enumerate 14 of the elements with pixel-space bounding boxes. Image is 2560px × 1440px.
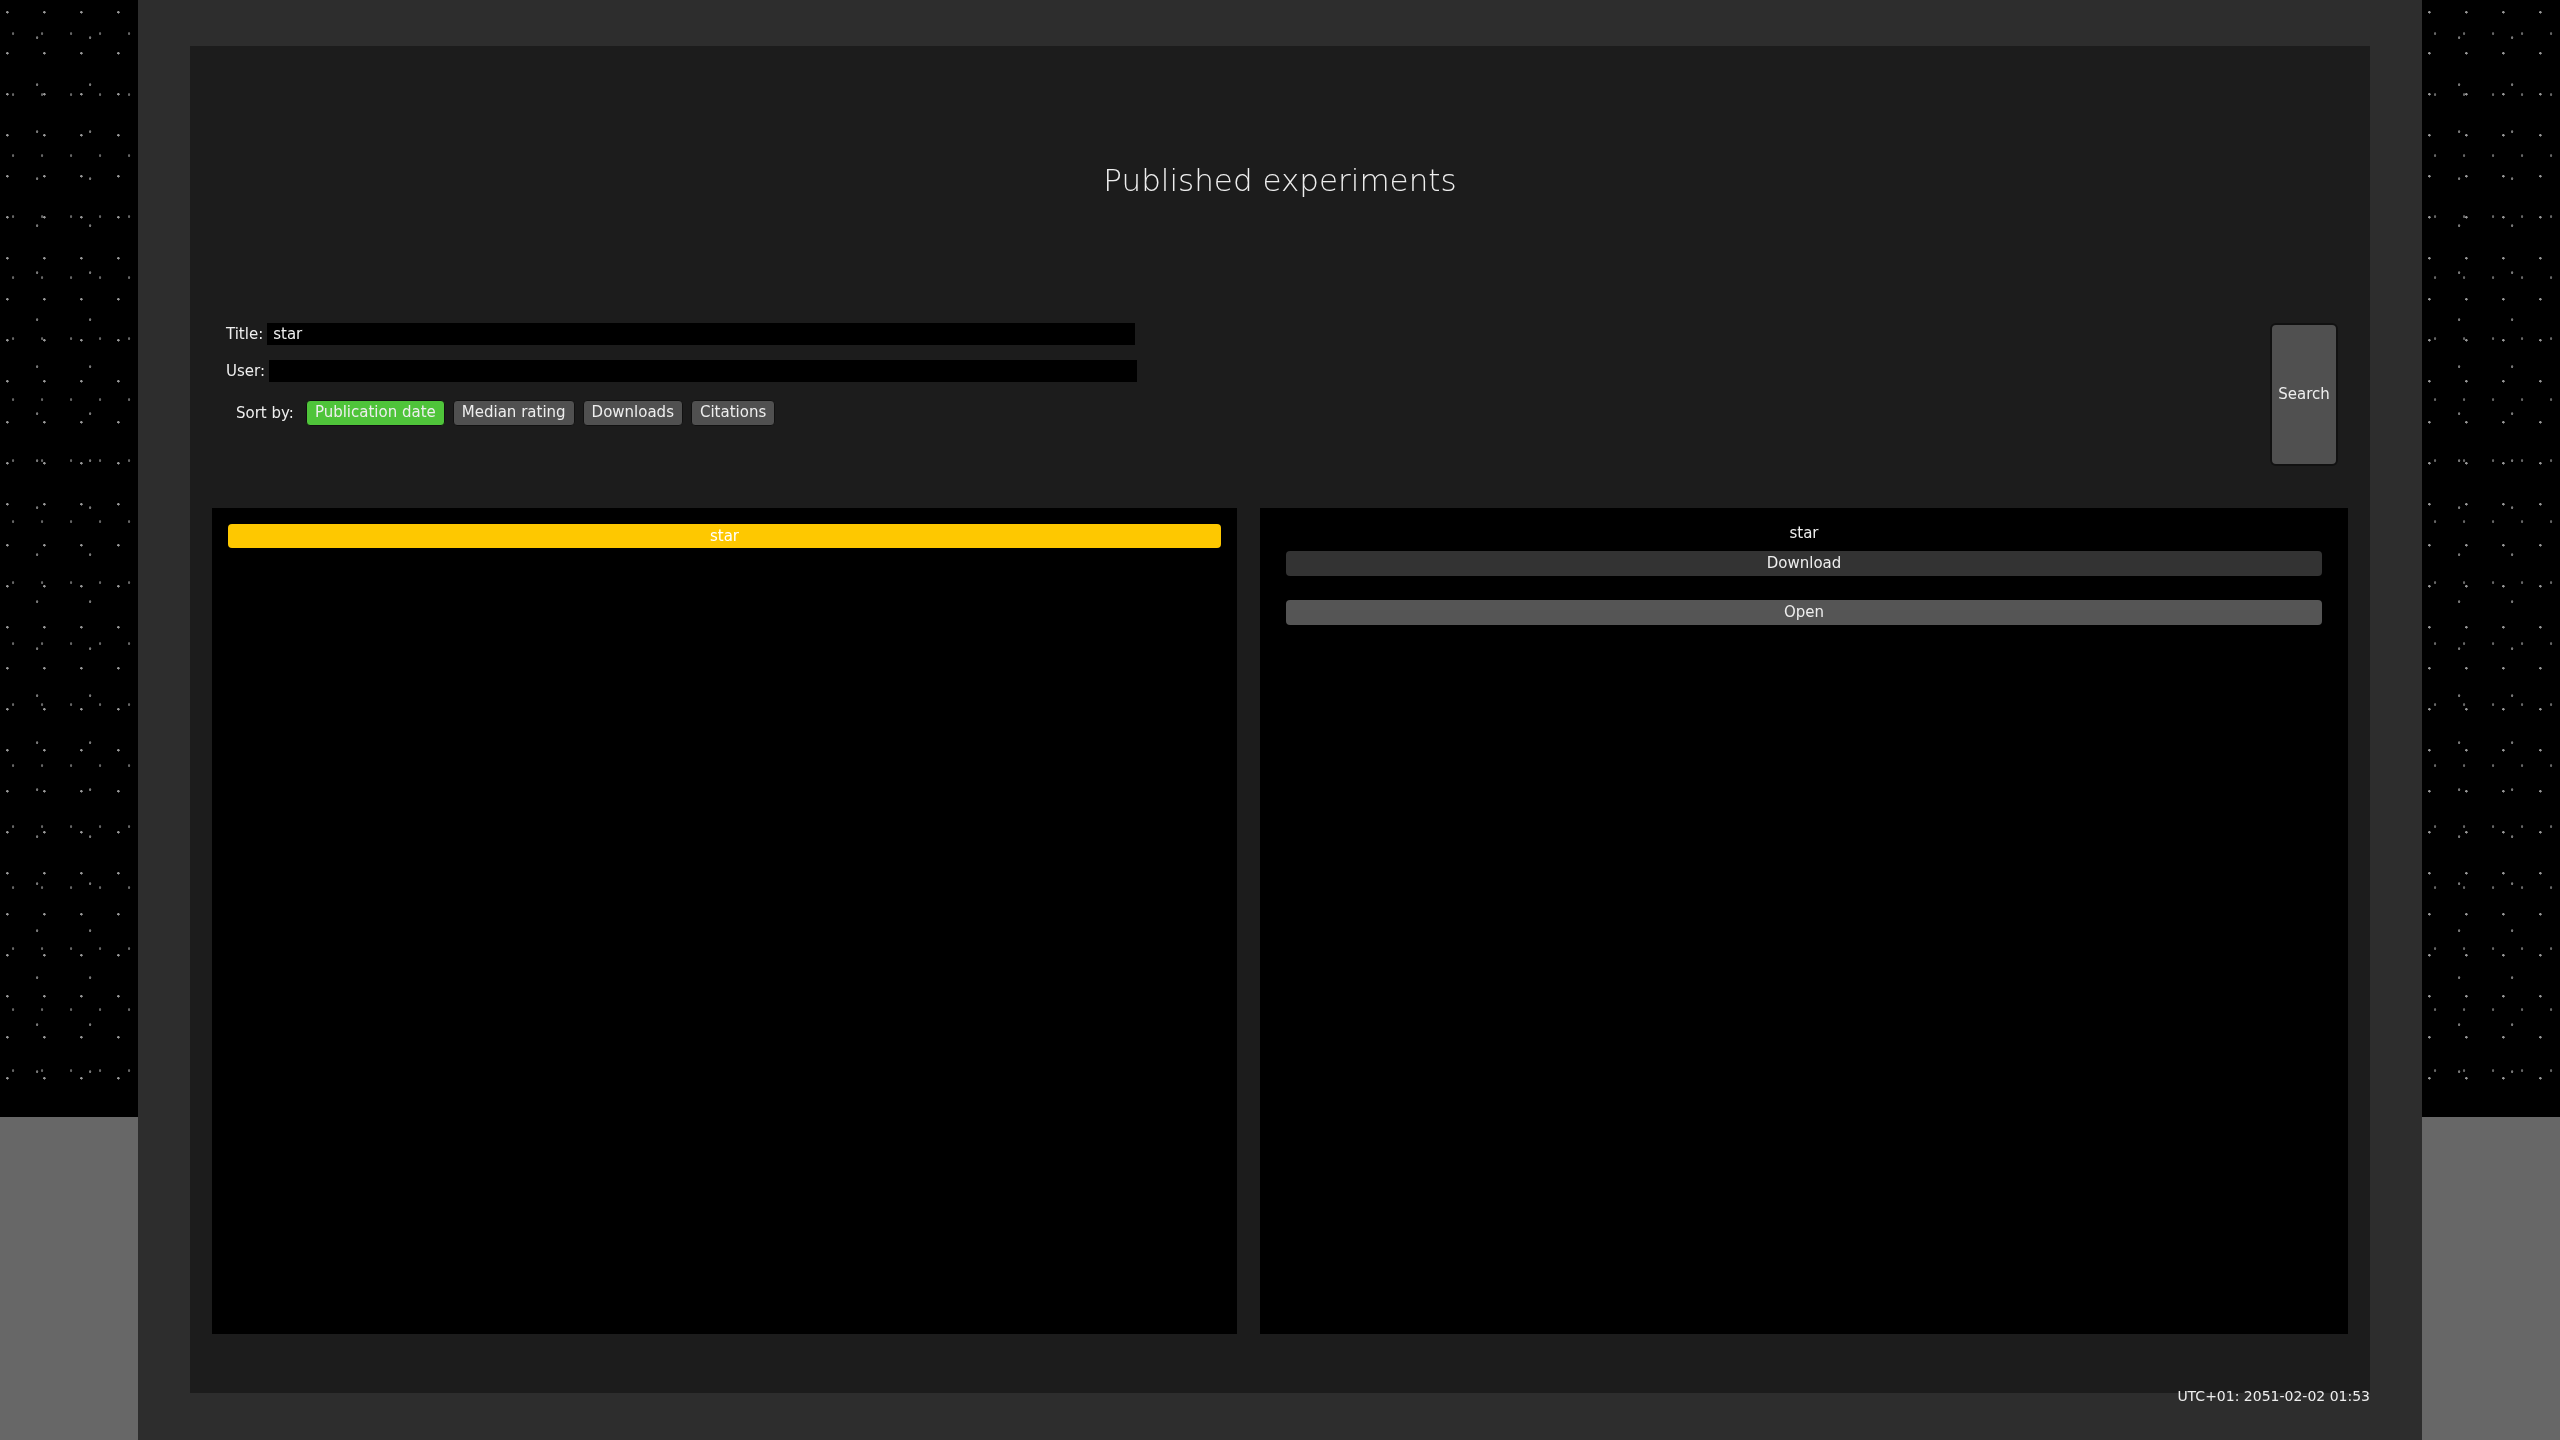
timestamp: UTC+01: 2051-02-02 01:53: [2177, 1387, 2370, 1406]
search-button[interactable]: Search: [2270, 323, 2338, 467]
page-title: Published experiments: [1102, 162, 1458, 200]
action-button[interactable]: Download: [1286, 550, 2322, 576]
sort-label: Sort by:: [236, 402, 294, 424]
detail-title: star: [1789, 523, 1819, 545]
text-field[interactable]: [269, 359, 1137, 382]
field-label: Title:: [226, 324, 264, 346]
action-button[interactable]: Open: [1286, 599, 2322, 625]
text-field[interactable]: star: [267, 323, 1136, 346]
field-label: User:: [226, 360, 265, 382]
sort-option[interactable]: Citations: [690, 400, 776, 426]
sort-option[interactable]: Downloads: [582, 400, 683, 426]
sort-option[interactable]: Median rating: [452, 400, 575, 426]
